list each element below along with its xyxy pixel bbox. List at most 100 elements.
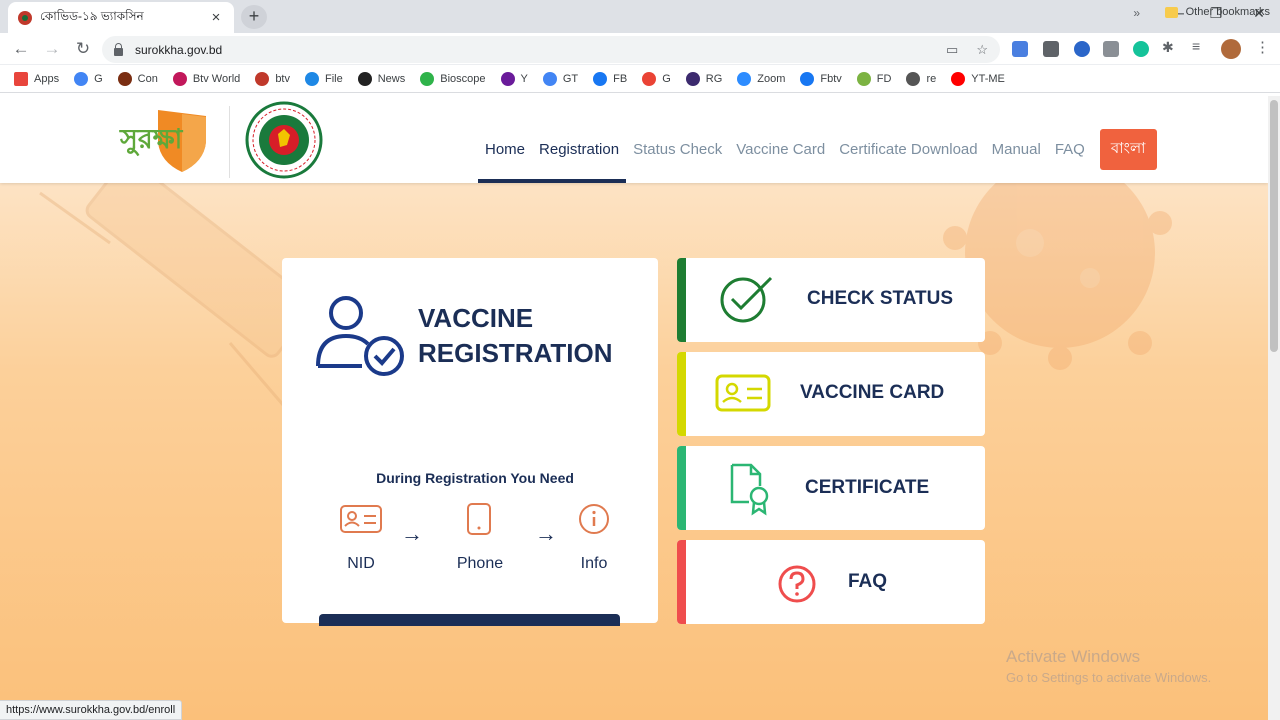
bookmark-label: Apps [34,72,60,85]
phone-icon [467,503,491,535]
bookmark-favicon-icon [305,71,319,86]
bookmark-item[interactable]: btv [255,71,290,86]
watermark-title: Activate Windows [1006,647,1141,666]
page-scrollbar[interactable] [1268,96,1280,720]
certificate-card[interactable]: CERTIFICATE [677,446,985,530]
bookmark-item[interactable]: Y [500,71,528,86]
grammarly-icon[interactable] [1133,41,1149,57]
bookmark-favicon-icon [542,71,557,86]
card-accent-bar [677,446,686,530]
faq-card[interactable]: FAQ [677,540,985,624]
bookmark-item[interactable]: Fbtv [800,71,842,86]
bookmark-favicon-icon [951,71,966,86]
check-status-card[interactable]: CHECK STATUS [677,258,985,342]
lock-icon [114,42,123,56]
bookmark-label: Zoom [757,72,786,85]
browser-tab[interactable]: কোভিড-১৯ ভ্যাকসিন × [8,2,234,33]
step-info-label: Info [580,555,608,572]
reload-icon[interactable]: ↻ [72,39,94,59]
forward-icon[interactable]: → [41,39,63,59]
card-accent-bar [677,540,686,624]
nid-card-icon [340,505,382,533]
language-toggle-button[interactable]: বাংলা [1099,129,1157,170]
bookmark-favicon-icon [357,71,372,86]
nav-link-registration[interactable]: Registration [532,141,627,183]
bookmark-favicon-icon [593,71,608,86]
bookmark-item[interactable]: G [642,71,671,86]
bookmark-label: btv [275,72,290,85]
bookmark-item[interactable]: News [357,71,405,86]
nav-link-home[interactable]: Home [477,141,533,183]
bookmark-favicon-icon [800,71,815,86]
bookmark-item[interactable]: FD [856,71,891,86]
bookmark-item[interactable]: Bioscope [420,71,486,86]
bookmarks-overflow-icon[interactable]: » [1133,6,1140,20]
register-button[interactable] [319,614,620,626]
faq-label: FAQ [848,571,888,592]
bookmark-item[interactable]: GT [542,71,579,86]
extension-icon[interactable] [1074,41,1090,57]
nav-link-manual[interactable]: Manual [992,141,1041,158]
logo-text: সুরক্ষা [119,124,184,156]
step-nid-label: NID [347,555,375,572]
back-icon[interactable]: ← [10,39,32,59]
bookmark-item[interactable]: YT-ME [951,71,1005,86]
bookmark-label: Fbtv [820,72,842,85]
bookmark-item[interactable]: Zoom [737,71,786,86]
bookmark-label: GT [562,72,579,85]
scrollbar-thumb[interactable] [1270,100,1278,352]
browser-toolbar: ← → ↻ surokkha.gov.bd ▭ ☆ ✱ ≡ ⋮ [0,33,1280,65]
status-bar-url: https://www.surokkha.gov.bd/enroll [0,700,183,720]
bookmark-favicon-icon [255,71,270,86]
translate-extension-icon[interactable] [1012,41,1028,57]
nav-link-faq[interactable]: FAQ [1055,141,1085,158]
bookmark-label: File [325,72,343,85]
menu-icon[interactable]: ⋮ [1255,38,1271,56]
user-check-icon [316,296,404,376]
question-icon [778,565,816,603]
registration-title-line1: VACCINE [418,303,534,333]
extension-icon[interactable] [1103,41,1119,57]
bookmark-favicon-icon [420,71,435,86]
bookmark-item[interactable]: File [305,71,343,86]
bookmarks-bar: Apps G Con Btv World btv File News Bioscope Y GT F… [0,65,1280,93]
nav-link-certificate-download[interactable]: Certificate Download [839,141,977,158]
tab-title: কোভিড-১৯ ভ্যাকসিন [40,8,144,23]
address-bar[interactable]: surokkha.gov.bd ▭ ☆ [102,36,1000,63]
bookmark-item[interactable]: Btv World [172,71,240,86]
registration-title-line2: REGISTRATION [418,338,613,368]
tab-close-icon[interactable]: × [208,9,224,26]
new-tab-button[interactable]: + [241,5,267,29]
bookmark-favicon-icon [642,71,657,86]
bookmark-item[interactable]: Apps [14,71,60,86]
nav-link-vaccine-card[interactable]: Vaccine Card [736,141,825,158]
nav-link-status-check[interactable]: Status Check [633,141,722,158]
other-bookmarks[interactable]: Other bookmarks [1164,6,1270,18]
bookmark-star-icon[interactable]: ☆ [976,42,988,58]
bookmark-item[interactable]: G [74,71,103,86]
extensions-puzzle-icon[interactable]: ✱ [1162,39,1178,55]
media-icon[interactable]: ≡ [1192,38,1208,54]
bookmark-label: FB [613,72,628,85]
bookmark-item[interactable]: re [906,71,936,86]
bookmark-favicon-icon [14,71,28,86]
bookmark-favicon-icon [117,71,132,86]
avatar[interactable] [1221,39,1241,59]
extension-icon[interactable] [1043,41,1059,57]
bookmark-item[interactable]: RG [685,71,723,86]
bookmark-favicon-icon [906,71,921,86]
cast-icon[interactable]: ▭ [946,42,958,58]
bookmark-item[interactable]: Con [117,71,158,86]
bookmark-item[interactable]: FB [593,71,628,86]
bookmark-label: RG [705,72,723,85]
arrow-right-icon: → [535,521,557,546]
bookmark-label: YT-ME [971,72,1005,85]
watermark-subtitle: Go to Settings to activate Windows. [1006,670,1212,685]
address-url[interactable]: surokkha.gov.bd [135,43,928,57]
vaccine-card-card[interactable]: VACCINE CARD [677,352,985,436]
certificate-icon [730,463,769,516]
bookmark-label: G [662,72,671,85]
surokkha-logo[interactable]: সুরক্ষা [118,104,210,174]
bookmark-label: Y [520,72,528,85]
certificate-label: CERTIFICATE [805,477,930,498]
